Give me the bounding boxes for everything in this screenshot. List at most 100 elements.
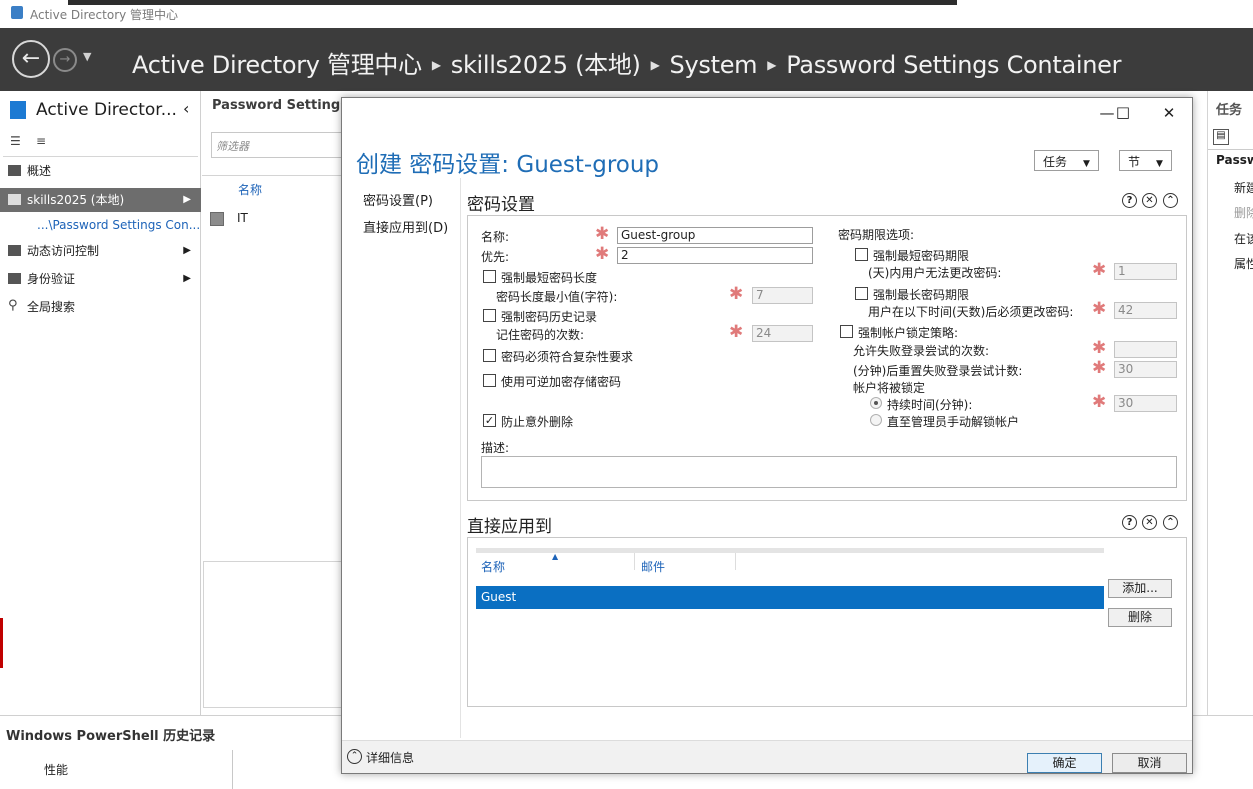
task-search-in[interactable]: 在该 [1234,230,1253,247]
list-item[interactable]: IT [210,211,248,226]
breadcrumb-item[interactable]: System [670,51,758,79]
nav-item-global-search[interactable]: ⚲ 全局搜索 [0,295,201,319]
failed-attempts-field[interactable] [1114,341,1177,358]
breadcrumb-item[interactable]: Password Settings Container [786,51,1121,79]
enforce-lockout-label: 强制帐户锁定策略: [858,326,959,340]
breadcrumb: Active Directory 管理中心 ▶ skills2025 (本地) ▶ Sy… [132,45,1121,80]
help-icon[interactable]: ? [1122,515,1137,530]
min-age-field[interactable]: 1 [1114,263,1177,280]
maximize-icon[interactable]: □ [1108,103,1138,121]
nav-item-overview[interactable]: 概述 [0,159,201,183]
name-field[interactable]: Guest-group [617,227,813,244]
enforce-max-age-checkbox[interactable] [855,287,868,300]
collapse-section-icon[interactable]: ⌃ [1163,515,1178,530]
password-settings-panel: 名称: ✱ Guest-group 优先: ✱ 2 强制最短密码长度 密码长度最… [467,215,1187,501]
breadcrumb-item[interactable]: skills2025 (本地) [451,51,641,79]
help-icon[interactable]: ? [1122,193,1137,208]
details-toggle[interactable]: 详细信息 [366,749,414,766]
expand-arrow-icon[interactable]: ▶ [183,188,191,212]
nav-item-domain[interactable]: skills2025 (本地) ▶ [0,188,201,212]
app-icon [11,6,23,19]
grid-top-bar [476,548,1104,553]
column-header-name[interactable]: 名称 [481,558,505,575]
remove-button[interactable]: 删除 [1108,608,1172,627]
divider [460,178,461,738]
enforce-history-checkbox[interactable] [483,309,496,322]
breadcrumb-bar: ← → ▼ Active Directory 管理中心 ▶ skills2025 (… [0,28,1253,91]
column-header-mail[interactable]: 邮件 [641,558,665,575]
enforce-lockout-checkbox[interactable] [840,325,853,338]
lockout-duration-radio[interactable] [870,397,882,409]
protect-from-deletion-checkbox[interactable]: ✓ [483,414,496,427]
domain-icon [8,194,21,205]
close-icon[interactable]: ✕ [1154,104,1184,122]
add-button[interactable]: 添加... [1108,579,1172,598]
sections-dropdown-label: 节 [1128,155,1141,169]
expand-details-icon[interactable]: ⌃ [347,749,362,764]
min-length-field[interactable]: 7 [752,287,813,304]
sections-dropdown[interactable]: 节 ▼ [1119,150,1172,171]
nav-link-directly-applies-to[interactable]: 直接应用到(D) [363,217,448,236]
required-icon: ✱ [1092,358,1107,378]
column-header-name[interactable]: 名称 [238,181,262,198]
folder-icon [8,273,21,284]
nav-item-password-settings[interactable]: ...\Password Settings Con... [0,213,201,237]
tasks-pane: 任务 ▤ Passw 新建 删除 在该 属性 [1207,91,1253,715]
required-icon: ✱ [1092,260,1107,280]
close-section-icon[interactable]: ✕ [1142,193,1157,208]
enforce-min-age-checkbox[interactable] [855,248,868,261]
max-age-field[interactable]: 42 [1114,302,1177,319]
collapse-pane-icon[interactable]: ‹ [183,99,189,118]
complexity-checkbox[interactable] [483,349,496,362]
search-icon: ⚲ [8,298,18,313]
nav-link-password-settings[interactable]: 密码设置(P) [363,190,433,209]
nav-pane-title: Active Director... [36,100,177,120]
tree-view-icon[interactable]: ≡ [36,134,46,148]
reversible-encryption-checkbox[interactable] [483,374,496,387]
max-age-label: 用户在以下时间(天数)后必须更改密码: [868,305,1074,319]
reset-counter-field[interactable]: 30 [1114,361,1177,378]
nav-pane-header: Active Director... [10,100,177,120]
enforce-min-length-label: 强制最短密码长度 [501,271,598,285]
powershell-history-title[interactable]: Windows PowerShell 历史记录 [6,725,215,744]
reset-counter-label: (分钟)后重置失败登录尝试计数: [853,364,1023,378]
forward-arrow-icon[interactable]: → [53,48,77,72]
enforce-min-length-checkbox[interactable] [483,270,496,283]
breadcrumb-separator-icon: ▶ [650,58,660,72]
task-properties[interactable]: 属性 [1234,255,1253,272]
history-count-field[interactable]: 24 [752,325,813,342]
nav-item-authentication[interactable]: 身份验证 ▶ [0,267,201,291]
task-delete[interactable]: 删除 [1234,204,1253,221]
lockout-duration-field[interactable]: 30 [1114,395,1177,412]
priority-field[interactable]: 2 [617,247,813,264]
ok-button[interactable]: 确定 [1027,753,1102,773]
sort-ascending-icon: ▲ [552,552,559,561]
list-view-icon[interactable]: ☰ [10,134,21,148]
account-locked-label: 帐户将被锁定 [853,381,926,395]
dialog-footer: ⌃ 详细信息 确定 取消 [342,740,1192,773]
directory-icon [10,101,26,119]
tasks-dropdown[interactable]: 任务 ▼ [1034,150,1099,171]
breadcrumb-item[interactable]: Active Directory 管理中心 [132,51,422,79]
cancel-button[interactable]: 取消 [1112,753,1187,773]
collapse-section-icon[interactable]: ⌃ [1163,193,1178,208]
table-row[interactable]: Guest [476,586,1104,609]
folder-icon [8,245,21,256]
divider [3,156,198,157]
required-icon: ✱ [1092,338,1107,358]
performance-label[interactable]: 性能 [44,761,68,778]
divider [1208,149,1253,150]
description-field[interactable] [481,456,1177,488]
back-arrow-icon[interactable]: ← [12,40,50,78]
expand-arrow-icon[interactable]: ▶ [183,267,191,291]
close-section-icon[interactable]: ✕ [1142,515,1157,530]
nav-item-label: 概述 [27,164,52,178]
required-icon: ✱ [1092,392,1107,412]
expand-arrow-icon[interactable]: ▶ [183,239,191,263]
history-dropdown-icon[interactable]: ▼ [83,50,91,63]
nav-item-dynamic-access-control[interactable]: 动态访问控制 ▶ [0,239,201,263]
until-admin-unlock-radio[interactable] [870,414,882,426]
task-new[interactable]: 新建 [1234,179,1253,196]
filter-input[interactable]: 筛选器 [211,132,346,158]
reversible-encryption-label: 使用可逆加密存储密码 [501,375,622,389]
